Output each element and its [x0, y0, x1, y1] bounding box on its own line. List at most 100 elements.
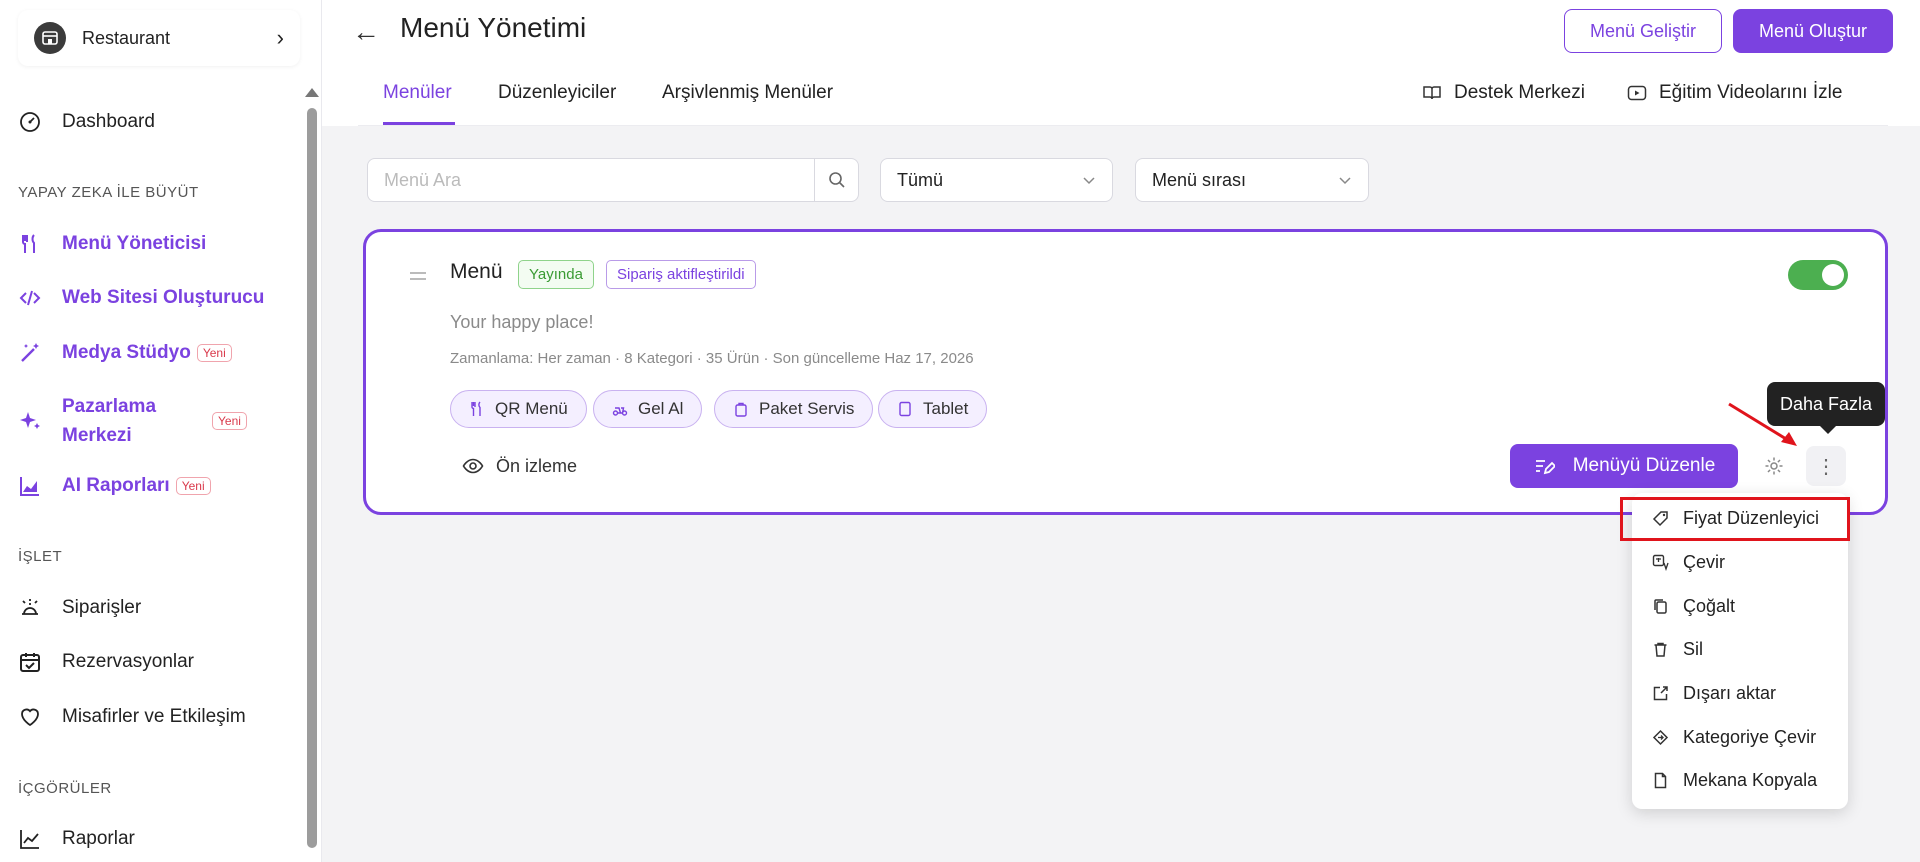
sidebar-item-menu-manager[interactable]: Menü Yöneticisi	[18, 232, 206, 256]
status-select-value: Tümü	[897, 169, 944, 190]
scroll-up-arrow[interactable]	[305, 88, 319, 97]
sort-select[interactable]: Menü sırası	[1135, 158, 1369, 202]
sidebar-item-ai-reports[interactable]: AI Raporları Yeni	[18, 474, 211, 498]
drag-handle-icon[interactable]	[410, 272, 426, 280]
tab-archived[interactable]: Arşivlenmiş Menüler	[662, 82, 833, 104]
sidebar-item-guests[interactable]: Misafirler ve Etkileşim	[18, 705, 246, 729]
bag-icon	[735, 402, 747, 417]
copy-icon	[1654, 599, 1667, 614]
menu-item-label: Dışarı aktar	[1683, 683, 1777, 703]
sidebar-item-label: Misafirler ve Etkileşim	[62, 706, 246, 727]
channel-chip-pickup[interactable]: Gel Al	[593, 390, 703, 428]
sidebar-item-label: Siparişler	[62, 597, 142, 618]
status-select[interactable]: Tümü	[880, 158, 1113, 202]
section-label-operate: İŞLET	[18, 548, 63, 565]
chevron-down-icon	[1339, 177, 1351, 185]
vertical-dots-icon: ⋮	[1816, 455, 1836, 478]
edit-list-icon	[1535, 460, 1555, 475]
menu-description: Your happy place!	[450, 312, 594, 332]
annotation-arrow-icon	[1728, 402, 1797, 446]
code-icon	[19, 290, 41, 306]
eye-icon	[462, 458, 484, 474]
channel-chip-delivery[interactable]: Paket Servis	[714, 390, 874, 428]
menu-active-toggle[interactable]	[1788, 260, 1848, 290]
sidebar-item-website-builder[interactable]: Web Sitesi Oluşturucu	[18, 286, 264, 310]
sidebar-item-label: AI Raporları	[62, 475, 170, 496]
preview-link[interactable]: Ön izleme	[462, 455, 577, 477]
menu-item-export[interactable]: Dışarı aktar	[1652, 683, 1776, 704]
menu-title: Menü	[450, 260, 503, 283]
new-badge: Yeni	[175, 477, 211, 495]
training-videos-label: Eğitim Videolarını İzle	[1659, 82, 1843, 103]
sidebar-item-label: Medya Stüdyo	[62, 342, 191, 363]
sidebar-item-label: Web Sitesi Oluşturucu	[62, 287, 265, 308]
sparkles-icon	[20, 412, 40, 429]
more-options-button[interactable]: ⋮	[1806, 446, 1846, 486]
area-chart-icon	[20, 477, 39, 496]
sidebar-item-orders[interactable]: Siparişler	[18, 596, 141, 620]
gauge-icon	[20, 112, 40, 132]
export-icon	[1653, 686, 1668, 701]
menu-item-price-editor[interactable]: Fiyat Düzenleyici	[1652, 508, 1819, 529]
sidebar-item-reports[interactable]: Raporlar	[18, 827, 135, 851]
menu-item-label: Fiyat Düzenleyici	[1683, 508, 1820, 528]
improve-menu-button[interactable]: Menü Geliştir	[1564, 9, 1722, 53]
translate-icon	[1652, 554, 1669, 571]
play-video-icon	[1627, 85, 1647, 101]
menu-item-copy-to-venue[interactable]: Mekana Kopyala	[1652, 770, 1817, 791]
sidebar-item-label: Merkezi	[62, 425, 132, 446]
support-center-link[interactable]: Destek Merkezi	[1422, 82, 1585, 104]
sidebar-scrollbar[interactable]	[307, 108, 317, 848]
search-input[interactable]	[368, 159, 814, 201]
sidebar-item-label: Menü Yöneticisi	[62, 233, 207, 254]
tab-menus[interactable]: Menüler	[383, 82, 452, 104]
search-button[interactable]	[814, 159, 858, 201]
calendar-check-icon	[20, 653, 40, 672]
sidebar-item-dashboard[interactable]: Dashboard	[18, 110, 155, 134]
menu-item-duplicate[interactable]: Çoğalt	[1652, 596, 1735, 617]
support-center-label: Destek Merkezi	[1454, 82, 1585, 103]
new-badge: Yeni	[212, 412, 247, 430]
search-box	[367, 158, 859, 202]
create-menu-button[interactable]: Menü Oluştur	[1733, 9, 1893, 53]
menu-item-label: Mekana Kopyala	[1683, 770, 1818, 790]
menu-item-delete[interactable]: Sil	[1652, 639, 1703, 660]
menu-item-convert-category[interactable]: Kategoriye Çevir	[1652, 727, 1816, 748]
channel-chip-qr[interactable]: QR Menü	[450, 390, 587, 428]
chevron-down-icon	[1083, 177, 1095, 185]
settings-button[interactable]	[1756, 448, 1792, 484]
tab-editors[interactable]: Düzenleyiciler	[498, 82, 616, 104]
sidebar-item-reservations[interactable]: Rezervasyonlar	[18, 650, 194, 674]
line-chart-icon	[20, 830, 39, 849]
tag-icon	[1652, 511, 1668, 527]
sidebar-item-media-studio[interactable]: Medya Stüdyo Yeni	[18, 341, 232, 365]
menu-item-label: Çevir	[1683, 552, 1726, 572]
page-title: Menü Yönetimi	[400, 12, 587, 43]
menu-item-label: Çoğalt	[1683, 596, 1736, 616]
order-status-badge: Sipariş aktifleştirildi	[606, 260, 756, 289]
book-icon	[1423, 86, 1441, 100]
menu-item-translate[interactable]: Çevir	[1652, 552, 1725, 573]
sidebar-item-label: Pazarlama	[62, 396, 157, 417]
venue-selector[interactable]: Restaurant ›	[18, 10, 300, 66]
magic-wand-icon	[21, 343, 39, 362]
channel-label: Gel Al	[638, 399, 684, 418]
menu-meta: Zamanlama: Her zaman · 8 Kategori · 35 Ü…	[450, 350, 974, 367]
convert-icon	[1652, 729, 1669, 746]
heart-icon	[21, 708, 39, 727]
new-badge: Yeni	[196, 344, 232, 362]
training-videos-link[interactable]: Eğitim Videolarını İzle	[1627, 82, 1842, 104]
sidebar-item-label: Dashboard	[62, 111, 155, 132]
chevron-right-icon: ›	[276, 25, 284, 50]
edit-menu-button[interactable]: Menüyü Düzenle	[1510, 444, 1738, 488]
channel-chip-tablet[interactable]: Tablet	[878, 390, 988, 428]
preview-label: Ön izleme	[496, 455, 578, 476]
sort-select-value: Menü sırası	[1152, 169, 1247, 190]
store-icon	[34, 22, 66, 54]
channel-label: Paket Servis	[759, 399, 855, 418]
edit-menu-label: Menüyü Düzenle	[1572, 455, 1716, 476]
sidebar-item-marketing[interactable]: Pazarlama Merkezi Yeni	[18, 392, 247, 450]
sidebar-item-label: Raporlar	[62, 828, 135, 849]
back-arrow-icon[interactable]: ←	[352, 16, 380, 48]
scooter-icon	[612, 407, 628, 416]
